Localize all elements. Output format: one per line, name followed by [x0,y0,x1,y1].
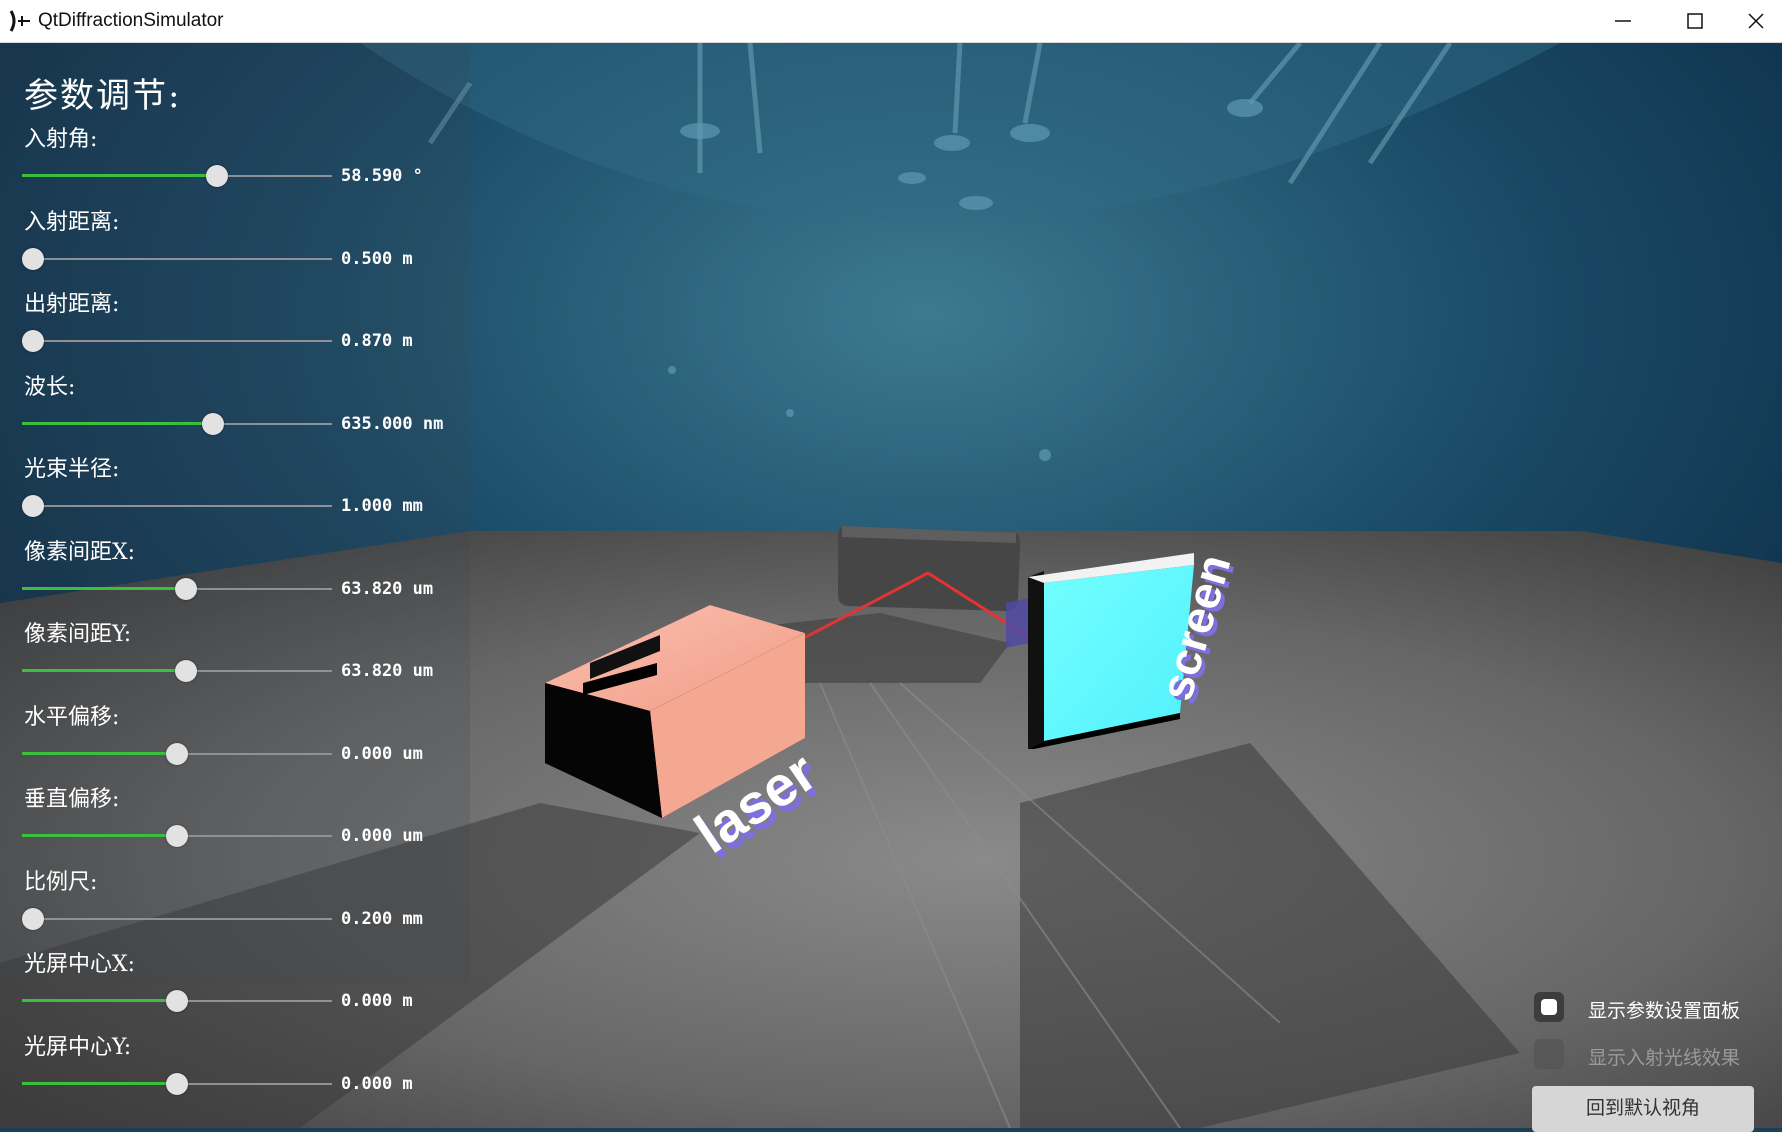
checkbox-check-mark [1541,999,1557,1015]
parameter-slider[interactable] [22,988,332,1014]
minimize-icon [1615,20,1631,22]
parameter-row: 入射距离: 0.500 m [0,204,470,286]
parameter-value: 58.590 ° [341,166,423,186]
slider-fill [22,174,217,177]
parameter-label: 比例尺: [24,869,98,895]
slider-thumb[interactable] [22,247,44,270]
parameter-label: 出射距离: [24,292,120,317]
slider-thumb[interactable] [166,1072,188,1095]
window-title: QtDiffractionSimulator [38,10,224,31]
parameter-label: 入射角: [24,127,98,152]
slider-fill [22,999,177,1002]
show-ray-checkbox[interactable] [1534,1039,1564,1069]
slider-track[interactable] [22,505,332,507]
parameter-row: 比例尺: 0.200 mm [0,864,470,946]
parameter-value: 635.000 nm [341,413,444,434]
parameter-row: 水平偏移: 0.000 um [0,699,470,781]
slider-fill [22,669,186,672]
parameter-value: 0.000 m [341,991,413,1011]
app-icon [9,10,30,32]
slider-thumb[interactable] [22,495,44,517]
parameter-label: 光屏中心Y: [24,1034,132,1060]
parameter-label: 光屏中心X: [24,952,136,977]
parameter-row: 像素间距Y: 63.820 um [0,616,470,698]
panel-title: 参数调节: [24,76,182,116]
maximize-button[interactable] [1660,0,1730,42]
slider-fill [22,751,177,755]
slider-track[interactable] [22,917,332,920]
parameter-row: 入射角: 58.590 ° [0,121,470,203]
slider-fill [22,1081,177,1085]
parameter-row: 光束半径: 1.000 mm [0,451,470,533]
parameter-slider[interactable] [22,493,332,519]
parameter-slider[interactable] [22,163,332,189]
parameter-value: 0.000 um [341,826,423,846]
slider-thumb[interactable] [22,330,44,352]
parameter-value: 0.500 m [341,248,413,269]
parameter-value: 0.870 m [341,331,413,351]
slider-thumb[interactable] [166,990,188,1012]
parameter-slider[interactable] [22,741,332,767]
slider-fill [22,586,186,590]
parameter-slider[interactable] [22,823,332,849]
parameter-value: 0.000 um [341,743,423,764]
parameter-label: 波长: [24,374,76,400]
parameter-label: 像素间距X: [24,539,136,565]
parameter-label: 像素间距Y: [24,622,132,647]
parameter-panel: 参数调节: 入射角: 58.590 ° 入射距离: 0.500 m 出射距离: 0.870… [0,43,470,1095]
slider-fill [22,834,177,837]
show-ray-label[interactable]: 显示入射光线效果 [1588,1043,1740,1070]
parameter-slider[interactable] [22,246,332,272]
parameter-label: 入射距离: [24,209,120,235]
parameter-label: 光束半径: [24,457,120,482]
slider-thumb[interactable] [175,577,197,600]
close-button[interactable] [1730,0,1782,42]
parameter-slider[interactable] [22,658,332,684]
slider-thumb[interactable] [175,660,197,682]
maximize-icon [1687,13,1703,29]
parameter-label: 水平偏移: [24,704,120,730]
parameter-value: 1.000 mm [341,496,423,516]
parameter-slider[interactable] [22,411,332,437]
title-bar: QtDiffractionSimulator [0,0,1782,43]
slider-thumb[interactable] [22,907,44,930]
parameter-row: 像素间距X: 63.820 um [0,534,470,616]
parameter-value: 0.200 mm [341,908,423,929]
parameter-slider[interactable] [22,576,332,602]
show-panel-checkbox[interactable] [1534,992,1564,1022]
parameter-label: 垂直偏移: [24,787,120,812]
parameter-slider[interactable] [22,906,332,932]
grating-block [838,526,1020,611]
slider-thumb[interactable] [166,742,188,765]
parameter-row: 垂直偏移: 0.000 um [0,781,470,863]
slider-track[interactable] [22,340,332,342]
slider-fill [22,421,213,425]
close-icon [1748,13,1764,29]
parameter-slider[interactable] [22,1071,332,1097]
parameter-row: 波长: 635.000 nm [0,369,470,451]
slider-thumb[interactable] [206,165,228,187]
slider-track[interactable] [22,257,332,260]
parameter-slider[interactable] [22,328,332,354]
show-panel-label[interactable]: 显示参数设置面板 [1588,996,1740,1023]
slider-thumb[interactable] [166,825,188,847]
parameter-row: 光屏中心X: 0.000 m [0,946,470,1028]
parameter-row: 出射距离: 0.870 m [0,286,470,368]
reset-view-button[interactable]: 回到默认视角 [1532,1086,1754,1132]
parameter-value: 63.820 um [341,661,434,681]
parameter-row: 光屏中心Y: 0.000 m [0,1029,470,1111]
slider-thumb[interactable] [202,412,224,435]
parameter-value: 63.820 um [341,578,434,599]
parameter-value: 0.000 m [341,1073,413,1094]
minimize-button[interactable] [1588,0,1658,42]
